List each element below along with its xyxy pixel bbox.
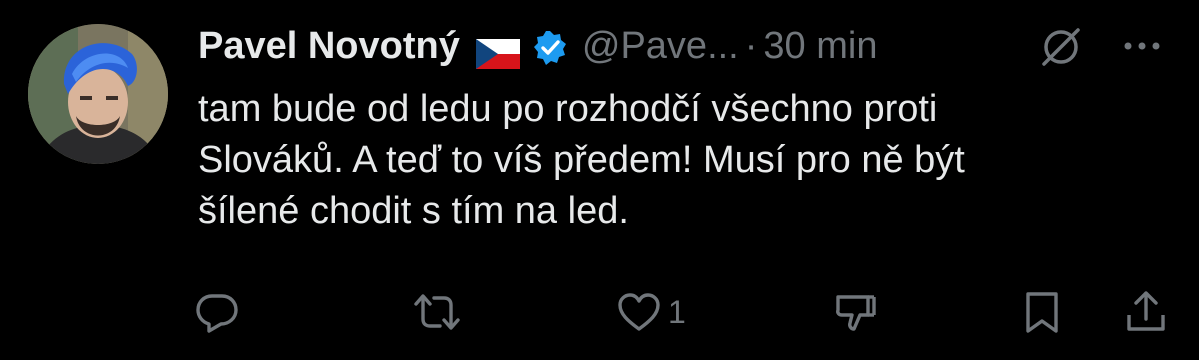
retweet-icon xyxy=(412,289,462,335)
share-button[interactable] xyxy=(1124,288,1168,336)
tweet-text: tam bude od ledu po rozhodčí všechno pro… xyxy=(198,88,965,232)
like-count: 1 xyxy=(668,293,686,330)
timestamp[interactable]: 30 min xyxy=(763,20,877,72)
handle[interactable]: @Pave... xyxy=(582,20,739,72)
separator-dot: · xyxy=(744,25,758,67)
czech-flag-icon xyxy=(475,31,520,69)
avatar[interactable] xyxy=(28,24,168,164)
more-options-icon[interactable] xyxy=(1120,36,1164,56)
reply-icon xyxy=(194,289,240,335)
retweet-button[interactable] xyxy=(412,288,462,336)
tweet-header: Pavel Novotný @Pave... · 30 min xyxy=(198,20,877,72)
thumbs-down-icon xyxy=(832,289,878,335)
reply-button[interactable] xyxy=(194,288,240,336)
verified-badge-icon[interactable] xyxy=(532,28,568,65)
display-name[interactable]: Pavel Novotný xyxy=(198,20,460,72)
heart-icon xyxy=(616,289,662,335)
bookmark-button[interactable] xyxy=(1022,288,1062,336)
dislike-button[interactable] xyxy=(832,288,878,336)
like-button[interactable]: 1 xyxy=(616,288,686,336)
grok-icon[interactable] xyxy=(1040,26,1082,68)
bookmark-icon xyxy=(1022,289,1062,335)
share-icon xyxy=(1124,289,1168,335)
tweet[interactable]: Pavel Novotný @Pave... · 30 min tam bude… xyxy=(0,0,1199,360)
